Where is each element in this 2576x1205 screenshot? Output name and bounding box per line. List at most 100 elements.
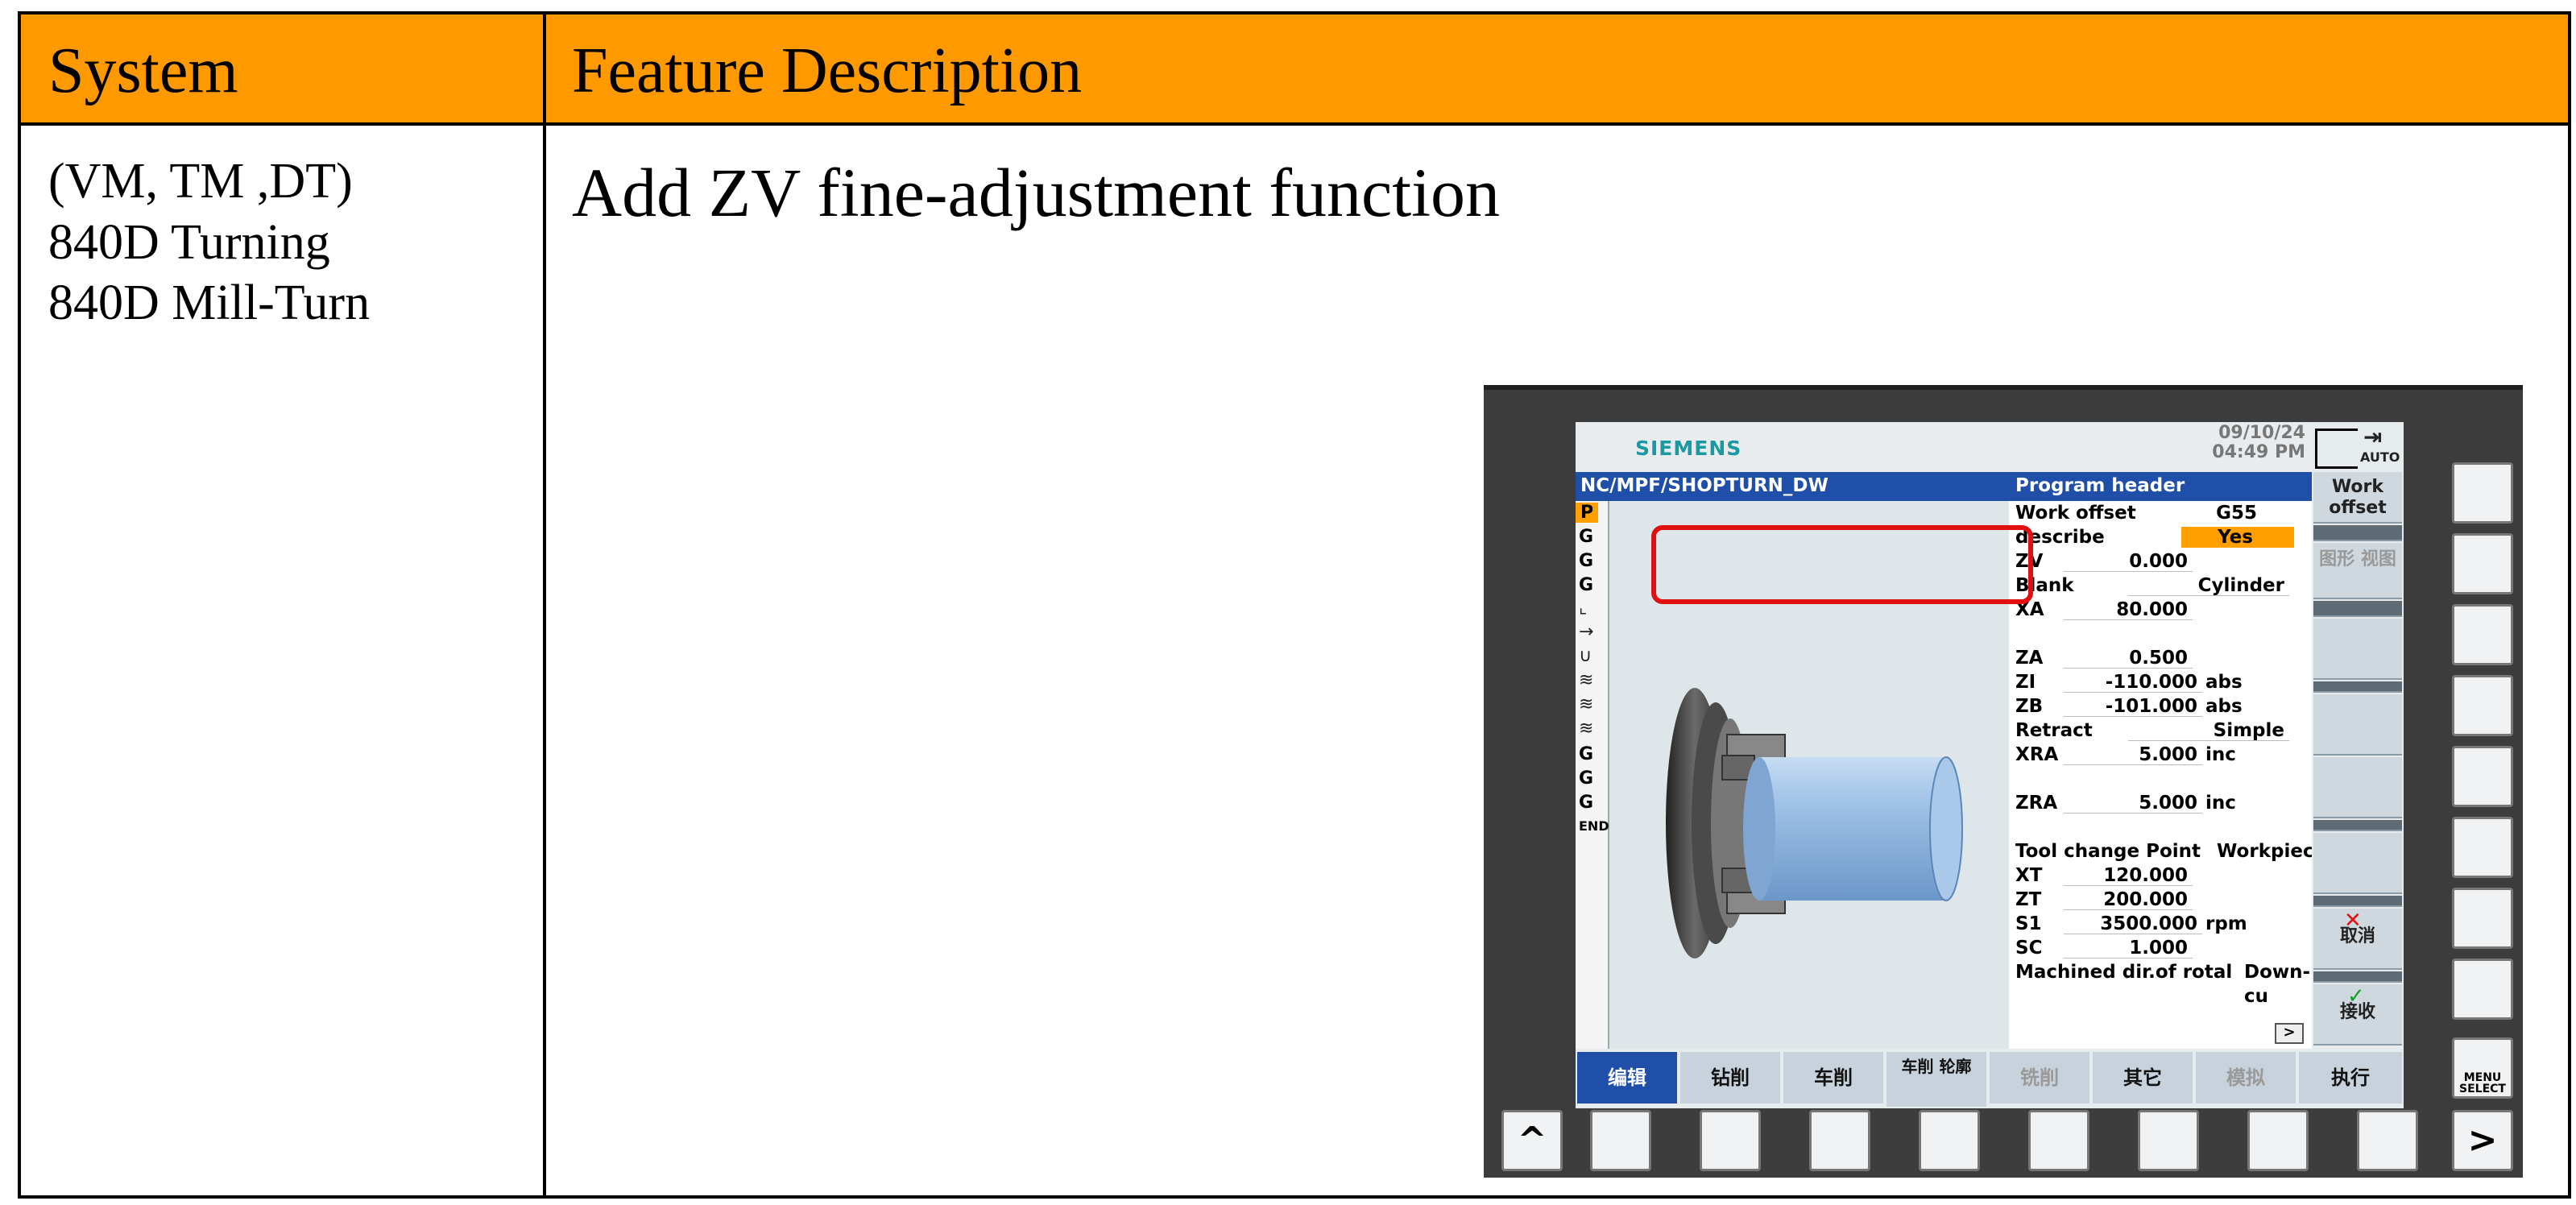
- datetime: 09/10/24 04:49 PM: [2212, 423, 2305, 463]
- xt-label: XT: [2015, 865, 2043, 886]
- hardware-softkey-right-7[interactable]: [2452, 888, 2513, 949]
- xt-value[interactable]: 120.000: [2064, 865, 2193, 886]
- hardware-softkey-right-5[interactable]: [2452, 746, 2513, 807]
- hardware-softkey-right-4[interactable]: [2452, 675, 2513, 736]
- empty-softkey-3[interactable]: [2313, 619, 2402, 680]
- approach-arrow-icon[interactable]: →: [1579, 623, 1603, 641]
- step-g[interactable]: G: [1579, 793, 1593, 813]
- softkey-separator: [2313, 896, 2402, 907]
- retract-label: Retract: [2015, 720, 2093, 741]
- milling-softkey[interactable]: 铣削: [1990, 1052, 2089, 1104]
- step-g[interactable]: G: [1579, 551, 1593, 571]
- xra-label: XRA: [2015, 744, 2059, 765]
- recall-up-key[interactable]: ^: [1501, 1110, 1563, 1171]
- tool-change-value[interactable]: Workpiece: [2217, 839, 2326, 863]
- empty-softkey-5[interactable]: [2313, 757, 2402, 818]
- graphic-view-softkey[interactable]: 图形 视图: [2313, 543, 2402, 599]
- sc-label: SC: [2015, 938, 2043, 959]
- s1-value[interactable]: 3500.000: [2064, 913, 2202, 934]
- groove-icon[interactable]: ∪: [1579, 648, 1603, 665]
- edit-softkey[interactable]: 编辑: [1577, 1052, 1677, 1104]
- sc-value[interactable]: 1.000: [2064, 938, 2193, 959]
- execute-softkey[interactable]: 执行: [2299, 1052, 2402, 1104]
- simulation-softkey[interactable]: 模拟: [2196, 1052, 2296, 1104]
- hardware-softkey-bottom-6[interactable]: [2138, 1110, 2199, 1171]
- hardware-softkey-bottom-8[interactable]: [2357, 1110, 2418, 1171]
- hardware-softkey-right-8[interactable]: [2452, 959, 2513, 1020]
- step-g[interactable]: G: [1579, 575, 1593, 595]
- system-line: (VM, TM ,DT): [48, 154, 353, 209]
- zb-value[interactable]: -101.000: [2064, 696, 2202, 717]
- zv-value[interactable]: 0.000: [2064, 551, 2193, 572]
- retract-value[interactable]: Simple: [2128, 720, 2289, 741]
- hardware-softkey-bottom-5[interactable]: [2028, 1110, 2089, 1171]
- system-line: 840D Turning: [48, 214, 330, 270]
- hardware-softkey-right-2[interactable]: [2452, 533, 2513, 594]
- zra-value[interactable]: 5.000: [2064, 793, 2202, 814]
- hardware-softkey-bottom-7[interactable]: [2247, 1110, 2309, 1171]
- step-program-header[interactable]: P: [1576, 503, 1599, 523]
- field-machined-direction: Machined dir.of rotal Down-cu: [2015, 960, 2310, 1007]
- finishing-icon[interactable]: ≋: [1579, 720, 1603, 738]
- other-softkey[interactable]: 其它: [2093, 1052, 2193, 1104]
- system-line: 840D Mill-Turn: [48, 275, 371, 331]
- turning-softkey[interactable]: 车削: [1783, 1052, 1883, 1104]
- hardware-softkey-right-3[interactable]: [2452, 604, 2513, 665]
- step-g[interactable]: G: [1579, 768, 1593, 789]
- hardware-softkey-bottom-2[interactable]: [1700, 1110, 1761, 1171]
- step-g[interactable]: G: [1579, 744, 1593, 764]
- program-step-list[interactable]: P G G G ⌞ → ∪ ≋ ≋ ≋ G G G END: [1576, 501, 1609, 1049]
- hardware-softkey-bottom-4[interactable]: [1919, 1110, 1980, 1171]
- empty-softkey-6[interactable]: [2313, 833, 2402, 894]
- field-describe: describe Yes: [2015, 525, 2310, 549]
- cancel-softkey[interactable]: ✕ 取消: [2313, 909, 2402, 970]
- xa-value[interactable]: 80.000: [2064, 599, 2193, 620]
- describe-value[interactable]: Yes: [2181, 527, 2294, 548]
- empty-softkey-4[interactable]: [2313, 694, 2402, 756]
- softkey-separator: [2313, 601, 2402, 617]
- s1-unit: rpm: [2205, 913, 2247, 934]
- work-offset-label: Work offset: [2015, 503, 2136, 524]
- blank-value[interactable]: Cylinder: [2128, 575, 2289, 596]
- header-feature-description: Feature Description: [572, 35, 1083, 106]
- roughing-icon[interactable]: ≋: [1579, 672, 1603, 689]
- roughing-icon[interactable]: ≋: [1579, 696, 1603, 714]
- field-zb: ZB -101.000 abs: [2015, 694, 2310, 718]
- field-zv: ZV 0.000: [2015, 549, 2310, 574]
- hardware-softkey-bottom-3[interactable]: [1809, 1110, 1870, 1171]
- time: 04:49 PM: [2212, 442, 2305, 463]
- field-xt: XT 120.000: [2015, 863, 2310, 888]
- work-offset-softkey[interactable]: Work offset: [2313, 472, 2402, 524]
- contour-turning-icon[interactable]: ⌞: [1579, 599, 1603, 617]
- system-cell: (VM, TM ,DT) 840D Turning 840D Mill-Turn: [48, 151, 370, 334]
- hardware-softkey-bottom-1[interactable]: [1590, 1110, 1651, 1171]
- za-value[interactable]: 0.500: [2064, 648, 2193, 669]
- zb-label: ZB: [2015, 696, 2044, 717]
- step-end[interactable]: END: [1579, 818, 1609, 834]
- zt-label: ZT: [2015, 889, 2042, 910]
- xra-unit: inc: [2205, 744, 2236, 765]
- zi-value[interactable]: -110.000: [2064, 672, 2202, 693]
- zt-value[interactable]: 200.000: [2064, 889, 2193, 910]
- hmi-top-bar: SIEMENS 09/10/24 04:49 PM: [1576, 422, 2312, 472]
- date: 09/10/24: [2218, 423, 2305, 443]
- xra-value[interactable]: 5.000: [2064, 744, 2202, 765]
- hardware-softkey-right-6[interactable]: [2452, 817, 2513, 878]
- more-arrow-icon[interactable]: >: [2275, 1023, 2304, 1044]
- program-path-bar: NC/MPF/SHOPTURN_DW Program header: [1576, 472, 2312, 501]
- step-g[interactable]: G: [1579, 527, 1593, 547]
- machined-dir-value[interactable]: Down-cu: [2244, 960, 2310, 1008]
- form-title: Program header: [2015, 475, 2185, 496]
- accept-softkey[interactable]: ✓ 接收: [2313, 984, 2402, 1046]
- machined-dir-label: Machined dir.of rotal: [2015, 962, 2233, 983]
- softkey-separator: [2313, 525, 2402, 541]
- drilling-softkey[interactable]: 钻削: [1680, 1052, 1780, 1104]
- feature-description-cell: Add ZV fine-adjustment function: [572, 154, 1501, 231]
- work-offset-value[interactable]: G55: [2181, 503, 2262, 524]
- menu-select-key[interactable]: MENU SELECT: [2452, 1037, 2513, 1099]
- siemens-logo: SIEMENS: [1635, 437, 1742, 460]
- field-zra: ZRA 5.000 inc: [2015, 791, 2310, 815]
- next-menu-key[interactable]: >: [2452, 1110, 2513, 1171]
- contour-turning-softkey[interactable]: 车削 轮廓: [1886, 1052, 1986, 1107]
- hardware-softkey-right-1[interactable]: [2452, 462, 2513, 524]
